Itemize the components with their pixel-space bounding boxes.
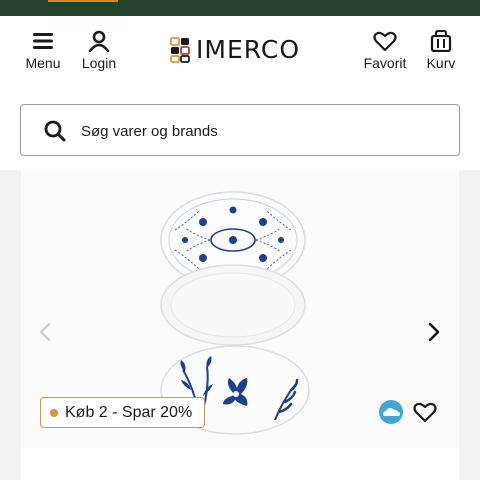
- search-bar[interactable]: [20, 104, 460, 156]
- favorites-button[interactable]: Favorit: [360, 30, 410, 71]
- login-label: Login: [81, 55, 117, 71]
- promo-dot-icon: [50, 408, 58, 417]
- add-to-favorites-heart-icon[interactable]: [412, 399, 438, 425]
- user-icon: [88, 30, 110, 52]
- previous-image-arrow-icon[interactable]: [34, 320, 58, 344]
- logo-mark-icon: [170, 36, 190, 63]
- favorites-label: Favorit: [363, 55, 407, 71]
- search-input[interactable]: [81, 117, 441, 145]
- imerco-logo[interactable]: IMERCO: [170, 35, 300, 64]
- product-card-bottom: [21, 448, 459, 480]
- top-banner: [0, 0, 480, 16]
- weather-cloud-icon: [379, 400, 403, 424]
- promo-badge-text: Køb 2 - Spar 20%: [65, 403, 193, 421]
- logo-text: IMERCO: [196, 35, 300, 64]
- menu-button[interactable]: Menu: [22, 30, 64, 71]
- menu-label: Menu: [25, 55, 61, 71]
- site-header: Menu Login IMERCO Favorit Kurv: [0, 16, 480, 96]
- basket-icon: [430, 30, 452, 52]
- top-banner-accent: [48, 0, 118, 2]
- heart-icon: [373, 31, 397, 52]
- hamburger-icon: [33, 33, 53, 49]
- next-image-arrow-icon[interactable]: [421, 320, 445, 344]
- promo-badge: Køb 2 - Spar 20%: [40, 397, 206, 428]
- cart-button[interactable]: Kurv: [422, 30, 460, 71]
- login-button[interactable]: Login: [78, 30, 120, 71]
- search-icon: [44, 120, 66, 142]
- cart-label: Kurv: [426, 55, 456, 71]
